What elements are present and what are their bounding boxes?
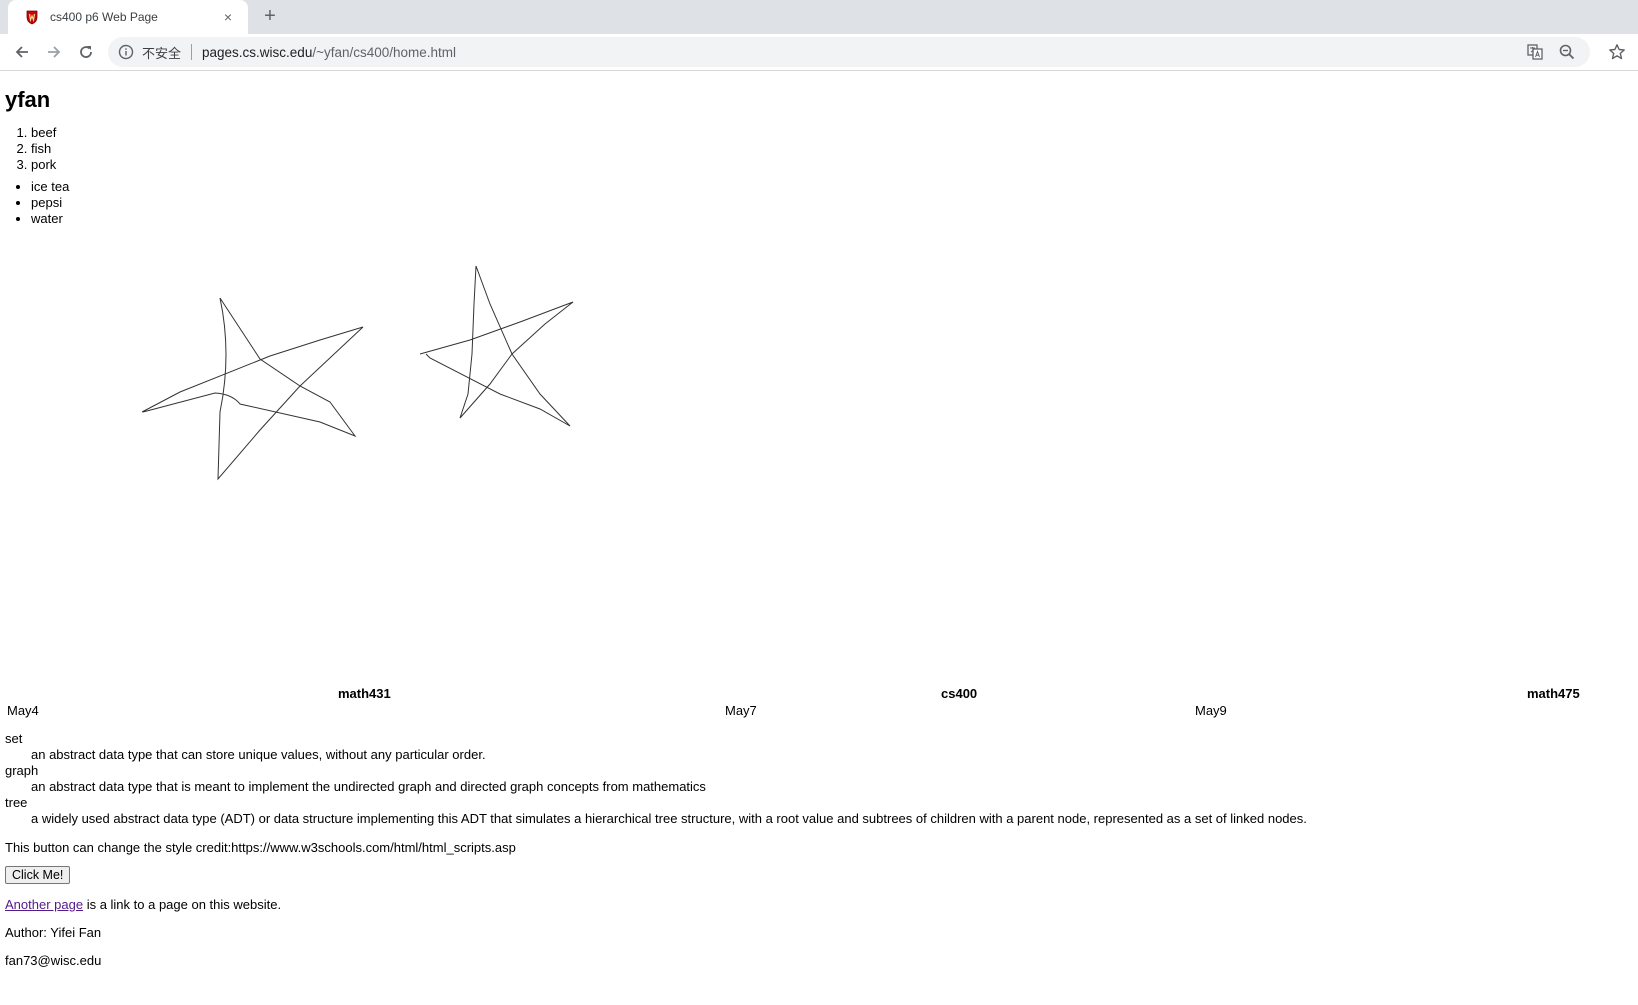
author-line: Author: Yifei Fan [5, 925, 102, 940]
back-arrow-icon [15, 46, 28, 58]
new-tab-button[interactable]: + [258, 5, 282, 29]
timeline-header: math431 [338, 686, 391, 701]
drink-list: ice tea pepsi water [5, 179, 1633, 227]
address-bar[interactable]: 不安全 pages.cs.wisc.edu/~yfan/cs400/home.h… [108, 37, 1590, 67]
definition-term: graph [5, 763, 39, 778]
definition-term: tree [5, 795, 28, 810]
timeline-date: May7 [725, 703, 757, 718]
reload-button[interactable] [70, 38, 102, 66]
another-page-link[interactable]: Another page [5, 897, 83, 912]
list-item: beef [31, 125, 1633, 141]
star-drawing-canvas [141, 265, 574, 481]
browser-toolbar: 不安全 pages.cs.wisc.edu/~yfan/cs400/home.h… [0, 34, 1638, 71]
list-item: water [31, 211, 1633, 227]
timeline-date: May9 [1195, 703, 1227, 718]
list-item: ice tea [31, 179, 1633, 195]
timeline-header: math475 [1527, 686, 1580, 701]
course-timeline: math431 cs400 math475 May4 May7 May9 [0, 686, 1638, 722]
link-suffix: is a link to a page on this website. [83, 897, 282, 912]
star-drawing-left [141, 297, 364, 481]
list-item: pork [31, 157, 1633, 173]
active-tab[interactable]: cs400 p6 Web Page × [8, 0, 248, 34]
info-icon[interactable] [118, 44, 134, 60]
forward-arrow-icon [48, 46, 61, 58]
url-host: pages.cs.wisc.edu [202, 44, 313, 60]
url-text[interactable]: pages.cs.wisc.edu/~yfan/cs400/home.html [202, 45, 1526, 60]
tab-title: cs400 p6 Web Page [50, 10, 158, 24]
list-item: fish [31, 141, 1633, 157]
page-body: yfan beef fish pork ice tea pepsi water [0, 87, 1638, 227]
definition-desc: a widely used abstract data type (ADT) o… [31, 811, 1307, 826]
star-drawing-right [419, 265, 574, 427]
definition-term: set [5, 731, 23, 746]
reload-icon [80, 46, 92, 58]
button-note: This button can change the style credit:… [5, 840, 516, 855]
zoom-icon[interactable] [1558, 43, 1576, 61]
email-line: fan73@wisc.edu [5, 953, 102, 968]
definition-desc: an abstract data type that is meant to i… [31, 779, 706, 794]
click-me-button[interactable]: Click Me! [5, 866, 71, 884]
page-heading: yfan [5, 87, 51, 112]
uw-crest-icon [26, 10, 38, 25]
bookmark-star-icon[interactable] [1608, 43, 1626, 61]
security-label[interactable]: 不安全 [142, 43, 181, 62]
omnibox-divider [191, 44, 193, 60]
list-item: pepsi [31, 195, 1633, 211]
definition-list: set an abstract data type that can store… [5, 731, 1625, 827]
timeline-date: May4 [7, 703, 39, 718]
timeline-header: cs400 [941, 686, 978, 701]
url-path: /~yfan/cs400/home.html [312, 44, 457, 60]
close-tab-icon[interactable]: × [220, 9, 236, 25]
translate-icon[interactable] [1526, 43, 1544, 61]
link-paragraph: Another page is a link to a page on this… [5, 897, 281, 912]
food-list: beef fish pork [5, 125, 1633, 173]
back-button[interactable] [6, 38, 38, 66]
tab-strip: cs400 p6 Web Page × + [0, 0, 1638, 34]
forward-button[interactable] [38, 38, 70, 66]
definition-desc: an abstract data type that can store uni… [31, 747, 486, 762]
